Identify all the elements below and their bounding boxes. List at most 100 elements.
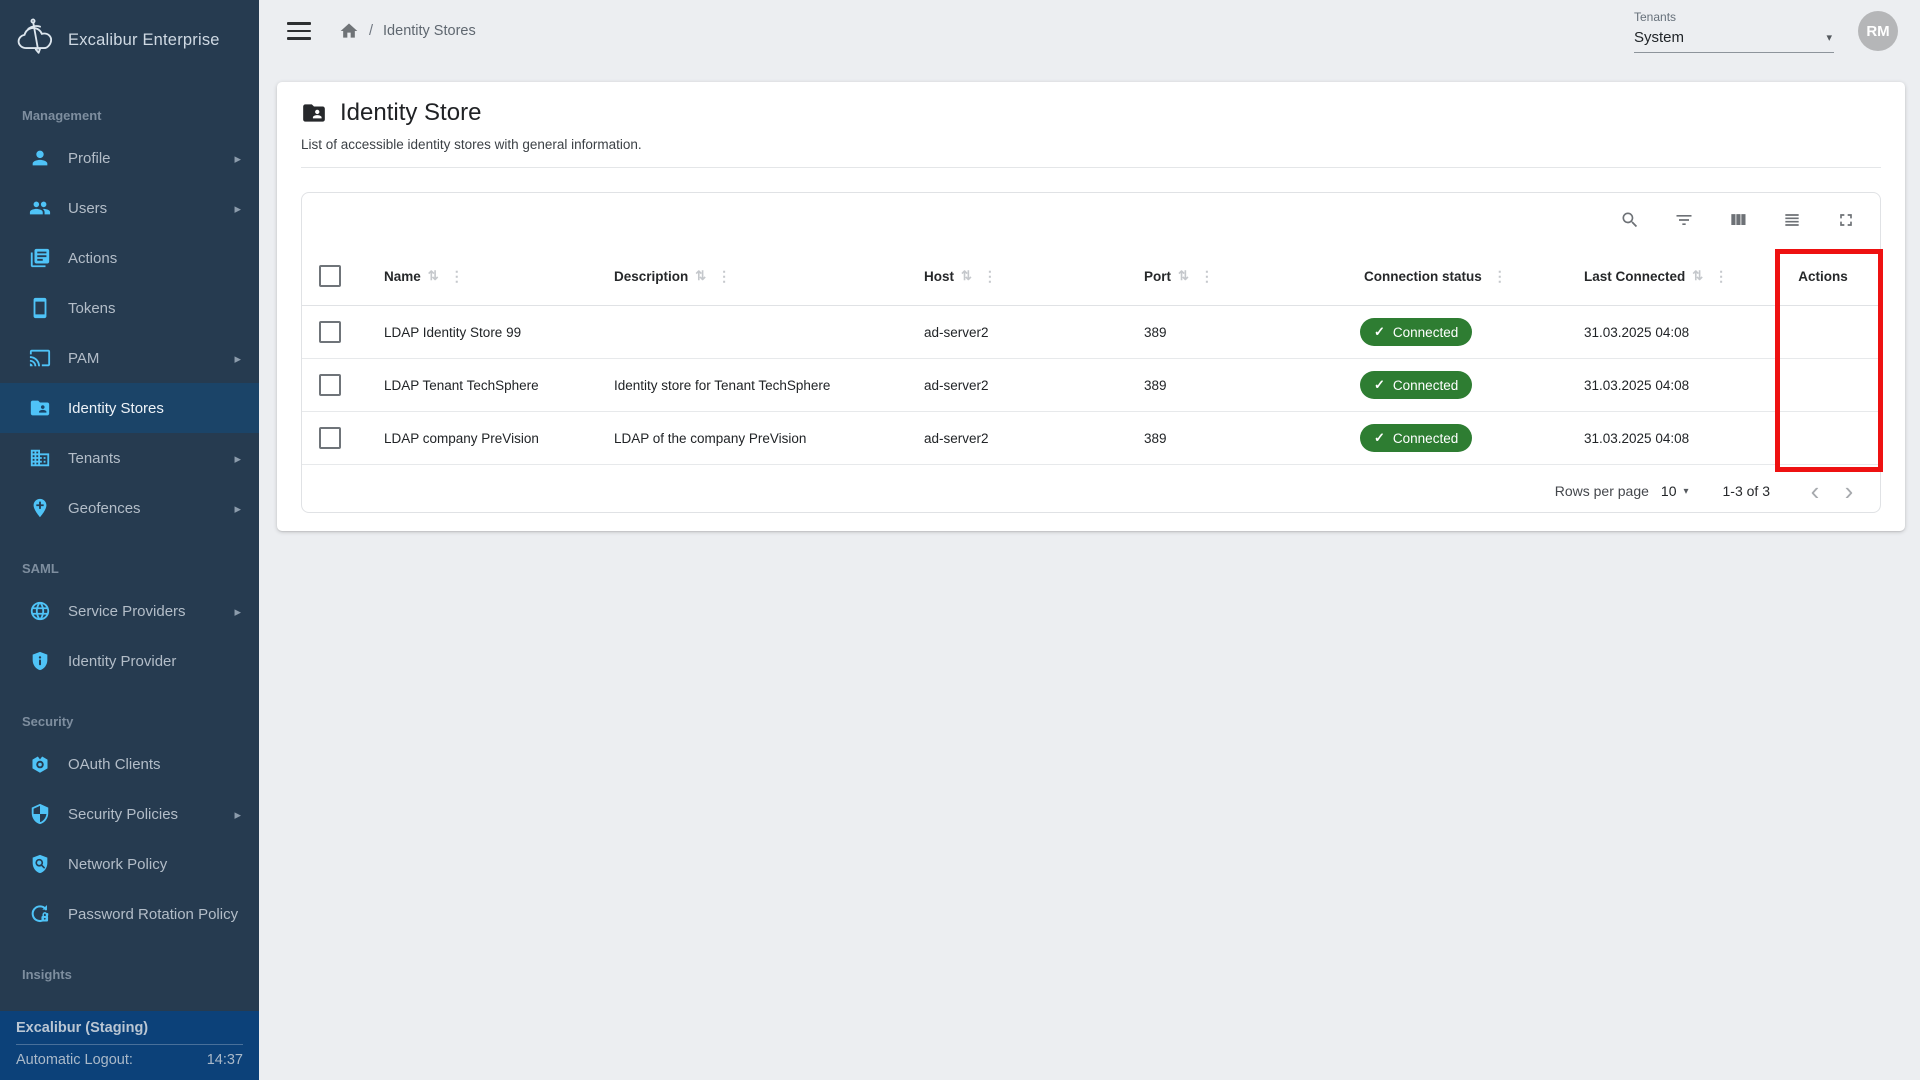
next-page-button[interactable]: ›: [1832, 474, 1866, 508]
cell-last-connected: 31.03.2025 04:08: [1566, 378, 1766, 393]
search-icon: [1620, 210, 1640, 230]
page-subtitle: List of accessible identity stores with …: [301, 137, 1881, 152]
breadcrumb: / Identity Stores: [339, 21, 476, 41]
sort-icon[interactable]: ⇅: [1178, 268, 1189, 284]
main-area: / Identity Stores Tenants System ▾ RM Id: [259, 0, 1920, 1080]
section-label-saml: SAML: [0, 561, 259, 586]
column-menu-icon[interactable]: ⋮: [1493, 268, 1507, 285]
sidebar-item-label: Identity Stores: [68, 400, 164, 417]
section-label-security: Security: [0, 714, 259, 739]
section-label-insights: Insights: [0, 967, 259, 992]
sidebar-item-profile[interactable]: Profile ▸: [0, 133, 259, 183]
sidebar-item-actions[interactable]: Actions: [0, 233, 259, 283]
column-header-connection-status: Connection status ⋮: [1346, 268, 1566, 285]
sidebar-item-geofences[interactable]: Geofences ▸: [0, 483, 259, 533]
user-avatar[interactable]: RM: [1858, 11, 1898, 51]
tenant-select[interactable]: Tenants System ▾: [1634, 10, 1834, 53]
sidebar-item-pam[interactable]: PAM ▸: [0, 333, 259, 383]
menu-toggle-button[interactable]: [287, 22, 311, 40]
check-icon: ✓: [1374, 324, 1385, 340]
sidebar-item-service-providers[interactable]: Service Providers ▸: [0, 586, 259, 636]
cell-description: LDAP of the company PreVision: [596, 431, 906, 446]
cell-name: LDAP Tenant TechSphere: [366, 378, 596, 393]
cell-host: ad-server2: [906, 325, 1126, 340]
sidebar-item-label: Tokens: [68, 300, 116, 317]
density-button[interactable]: [1780, 208, 1804, 232]
sidebar-item-users[interactable]: Users ▸: [0, 183, 259, 233]
column-header-last-connected: Last Connected ⇅ ⋮: [1566, 268, 1766, 285]
column-header-name: Name ⇅ ⋮: [366, 268, 596, 285]
pagination-range: 1-3 of 3: [1723, 483, 1770, 499]
sidebar-item-label: Geofences: [68, 500, 141, 517]
sidebar-item-security-policies[interactable]: Security Policies ▸: [0, 789, 259, 839]
sidebar: Excalibur Enterprise Management Profile …: [0, 0, 259, 1080]
columns-button[interactable]: [1726, 208, 1750, 232]
cell-host: ad-server2: [906, 431, 1126, 446]
cell-last-connected: 31.03.2025 04:08: [1566, 431, 1766, 446]
sidebar-item-label: Profile: [68, 150, 111, 167]
status-badge-connected: ✓ Connected: [1360, 424, 1472, 452]
column-menu-icon[interactable]: ⋮: [1200, 268, 1214, 285]
folder-shared-icon: [28, 396, 52, 420]
column-header-actions: Actions: [1766, 269, 1880, 284]
column-header-description: Description ⇅ ⋮: [596, 268, 906, 285]
rows-per-page-label: Rows per page: [1555, 483, 1649, 499]
column-header-port: Port ⇅ ⋮: [1126, 268, 1346, 285]
sidebar-item-network-policy[interactable]: Network Policy: [0, 839, 259, 889]
sort-icon[interactable]: ⇅: [1692, 268, 1703, 284]
sidebar-item-label: Network Policy: [68, 856, 167, 873]
cell-name: LDAP company PreVision: [366, 431, 596, 446]
table-row[interactable]: LDAP Identity Store 99 ad-server2 389 ✓ …: [302, 306, 1880, 359]
caret-down-icon: ▾: [1826, 31, 1832, 44]
breadcrumb-current: Identity Stores: [383, 23, 476, 39]
home-icon[interactable]: [339, 21, 359, 41]
sort-icon[interactable]: ⇅: [428, 268, 439, 284]
section-label-management: Management: [0, 108, 259, 133]
row-checkbox[interactable]: [319, 321, 341, 343]
select-all-checkbox[interactable]: [319, 265, 341, 287]
chevron-right-icon: ▸: [234, 202, 241, 215]
building-icon: [28, 446, 52, 470]
sort-icon[interactable]: ⇅: [695, 268, 706, 284]
breadcrumb-separator: /: [369, 23, 373, 39]
row-checkbox[interactable]: [319, 374, 341, 396]
automatic-logout-timer: 14:37: [207, 1052, 243, 1068]
filter-icon: [1674, 210, 1694, 230]
search-button[interactable]: [1618, 208, 1642, 232]
rows-per-page-select[interactable]: 10 ▾: [1661, 483, 1689, 499]
cell-name: LDAP Identity Store 99: [366, 325, 596, 340]
table-row[interactable]: LDAP company PreVision LDAP of the compa…: [302, 412, 1880, 465]
person-icon: [28, 146, 52, 170]
cell-description: Identity store for Tenant TechSphere: [596, 378, 906, 393]
footer-divider: [16, 1044, 243, 1045]
cell-port: 389: [1126, 378, 1346, 393]
column-menu-icon[interactable]: ⋮: [1714, 268, 1728, 285]
density-icon: [1782, 210, 1802, 230]
table-pagination: Rows per page 10 ▾ 1-3 of 3 ‹ ›: [302, 465, 1880, 513]
tenant-select-label: Tenants: [1634, 10, 1834, 24]
sort-icon[interactable]: ⇅: [961, 268, 972, 284]
cell-last-connected: 31.03.2025 04:08: [1566, 325, 1766, 340]
sidebar-item-oauth-clients[interactable]: OAuth Clients: [0, 739, 259, 789]
column-menu-icon[interactable]: ⋮: [450, 268, 464, 285]
sidebar-item-identity-stores[interactable]: Identity Stores: [0, 383, 259, 433]
previous-page-button[interactable]: ‹: [1798, 474, 1832, 508]
chevron-right-icon: ▸: [234, 808, 241, 821]
sidebar-item-identity-provider[interactable]: Identity Provider: [0, 636, 259, 686]
sidebar-item-tokens[interactable]: Tokens: [0, 283, 259, 333]
column-menu-icon[interactable]: ⋮: [983, 268, 997, 285]
people-icon: [28, 196, 52, 220]
filter-button[interactable]: [1672, 208, 1696, 232]
library-books-icon: [28, 246, 52, 270]
column-menu-icon[interactable]: ⋮: [717, 268, 731, 285]
app-root: Excalibur Enterprise Management Profile …: [0, 0, 1920, 1080]
fullscreen-button[interactable]: [1834, 208, 1858, 232]
sidebar-nav: Management Profile ▸ Users ▸ Actions Tok…: [0, 80, 259, 1011]
chevron-right-icon: ▸: [234, 452, 241, 465]
table-row[interactable]: LDAP Tenant TechSphere Identity store fo…: [302, 359, 1880, 412]
sidebar-item-tenants[interactable]: Tenants ▸: [0, 433, 259, 483]
data-table: Name ⇅ ⋮ Description ⇅ ⋮ Host ⇅ ⋮: [301, 192, 1881, 513]
row-checkbox[interactable]: [319, 427, 341, 449]
sidebar-item-label: Actions: [68, 250, 117, 267]
sidebar-item-password-rotation-policy[interactable]: Password Rotation Policy: [0, 889, 259, 939]
